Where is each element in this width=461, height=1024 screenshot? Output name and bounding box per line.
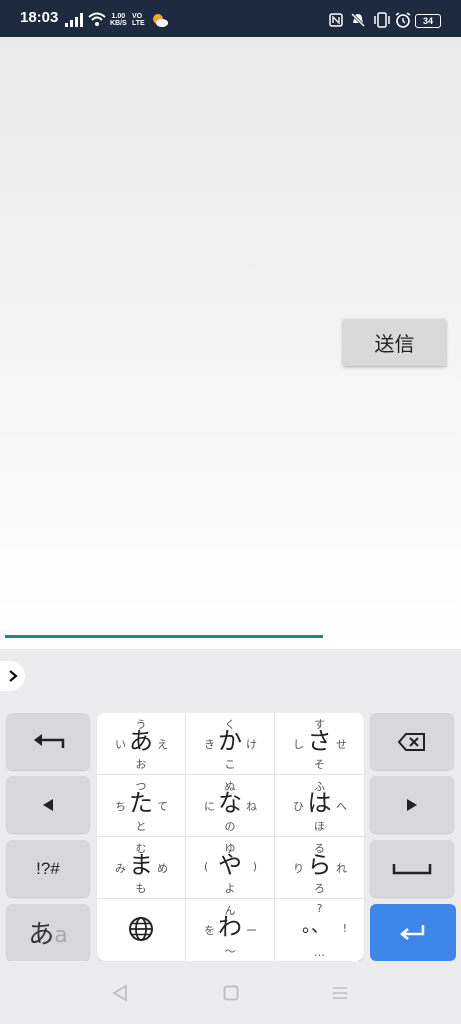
message-input-underline[interactable] xyxy=(5,635,323,638)
globe-icon xyxy=(129,917,153,941)
flick-right: け xyxy=(246,738,257,751)
nfc-icon xyxy=(329,13,343,27)
undo-arrow-icon xyxy=(34,733,65,748)
flick-down: … xyxy=(314,946,325,959)
net-speed: 1.00 KB/S xyxy=(110,13,127,27)
key-main-char: た xyxy=(129,789,153,817)
key-a-row[interactable]: う い あ え お xyxy=(97,713,186,775)
backspace-key[interactable] xyxy=(370,713,454,770)
home-square-icon xyxy=(223,985,239,1001)
alarm-icon xyxy=(395,12,411,28)
flick-right: ! xyxy=(342,922,347,935)
flick-down: も xyxy=(135,882,147,895)
flick-down: こ xyxy=(224,758,236,771)
flick-right: せ xyxy=(336,738,347,751)
nav-home-button[interactable] xyxy=(217,979,245,1007)
net-speed-value: 1.00 xyxy=(111,13,126,20)
space-icon xyxy=(392,863,432,874)
nav-menu-button[interactable] xyxy=(326,979,354,1007)
flick-down: ろ xyxy=(314,882,325,895)
flick-down: よ xyxy=(224,882,236,895)
chevron-right-icon xyxy=(8,670,18,682)
key-ta-row[interactable]: つ ち た て と xyxy=(97,775,186,837)
key-main-char: ま xyxy=(129,851,153,879)
enter-arrow-icon xyxy=(400,924,425,940)
key-main-char: 。、 xyxy=(302,916,329,937)
arrow-left-icon xyxy=(43,798,53,811)
flick-right: ー xyxy=(246,924,257,937)
key-ha-row[interactable]: ふ ひ は へ ほ xyxy=(275,775,364,837)
flick-down: お xyxy=(135,758,147,771)
status-bar: 18:03 1.00 KB/S VO LTE 34 xyxy=(0,0,461,37)
key-main-char: か xyxy=(218,727,242,755)
input-mode-key[interactable]: あ a xyxy=(6,904,90,961)
flick-right: ね xyxy=(246,800,257,813)
volte-bottom: LTE xyxy=(132,20,145,27)
key-main-char: ら xyxy=(307,851,332,879)
flick-right: て xyxy=(157,800,168,813)
flick-down: と xyxy=(135,820,147,833)
mute-icon xyxy=(350,12,366,28)
symbols-key[interactable]: !?# xyxy=(6,840,90,897)
key-main-char: な xyxy=(218,789,242,817)
net-speed-unit: KB/S xyxy=(110,20,127,27)
navigation-bar xyxy=(0,961,461,1024)
status-time: 18:03 xyxy=(20,9,59,26)
punctuation-key[interactable]: ? 。、 ! … xyxy=(275,899,364,961)
backspace-icon xyxy=(397,732,425,751)
flick-down: ほ xyxy=(314,820,325,833)
flick-right: め xyxy=(157,862,168,875)
cursor-left-key[interactable] xyxy=(6,776,90,833)
wifi-icon xyxy=(88,12,106,26)
vibrate-icon xyxy=(374,12,390,28)
key-main-char: は xyxy=(307,789,332,817)
mode-alpha-label: a xyxy=(54,923,68,948)
kana-key-grid: う い あ え お く き か け こ す し さ せ そ つ ち た て と … xyxy=(97,713,364,961)
volte-top: VO xyxy=(132,13,143,20)
flick-down: の xyxy=(224,820,236,833)
key-ma-row[interactable]: む み ま め も xyxy=(97,837,186,899)
language-switch-key[interactable] xyxy=(97,899,186,961)
undo-key[interactable] xyxy=(6,713,90,770)
flick-right: れ xyxy=(336,862,347,875)
volte-indicator: VO LTE xyxy=(132,13,145,27)
key-sa-row[interactable]: す し さ せ そ xyxy=(275,713,364,775)
space-key[interactable] xyxy=(370,840,454,897)
weather-icon xyxy=(153,14,168,27)
key-main-char: あ xyxy=(129,727,153,755)
key-main-char: さ xyxy=(307,727,332,755)
signal-icon xyxy=(65,13,83,27)
battery-icon: 34 xyxy=(415,14,441,28)
flick-right: へ xyxy=(336,800,347,813)
enter-key[interactable] xyxy=(370,904,456,961)
arrow-right-icon xyxy=(407,798,417,811)
mode-kana-label: あ xyxy=(28,920,55,950)
cursor-right-key[interactable] xyxy=(370,776,454,833)
key-ka-row[interactable]: く き か け こ xyxy=(186,713,275,775)
nav-back-button[interactable] xyxy=(106,979,134,1007)
key-ra-row[interactable]: る り ら れ ろ xyxy=(275,837,364,899)
key-main-char: わ xyxy=(218,913,242,941)
send-button[interactable]: 送信 xyxy=(343,319,446,366)
key-wa-row[interactable]: ん を わ ー 〜 xyxy=(186,899,275,961)
flick-right: え xyxy=(157,738,168,751)
back-triangle-icon xyxy=(112,984,127,1002)
key-ya-row[interactable]: ゆ ( や ) よ xyxy=(186,837,275,899)
flick-down: そ xyxy=(314,758,325,771)
key-na-row[interactable]: ぬ に な ね の xyxy=(186,775,275,837)
flick-right: ) xyxy=(252,860,257,873)
menu-lines-icon xyxy=(333,987,347,999)
flick-down: 〜 xyxy=(224,945,236,958)
key-main-char: や xyxy=(218,851,242,879)
